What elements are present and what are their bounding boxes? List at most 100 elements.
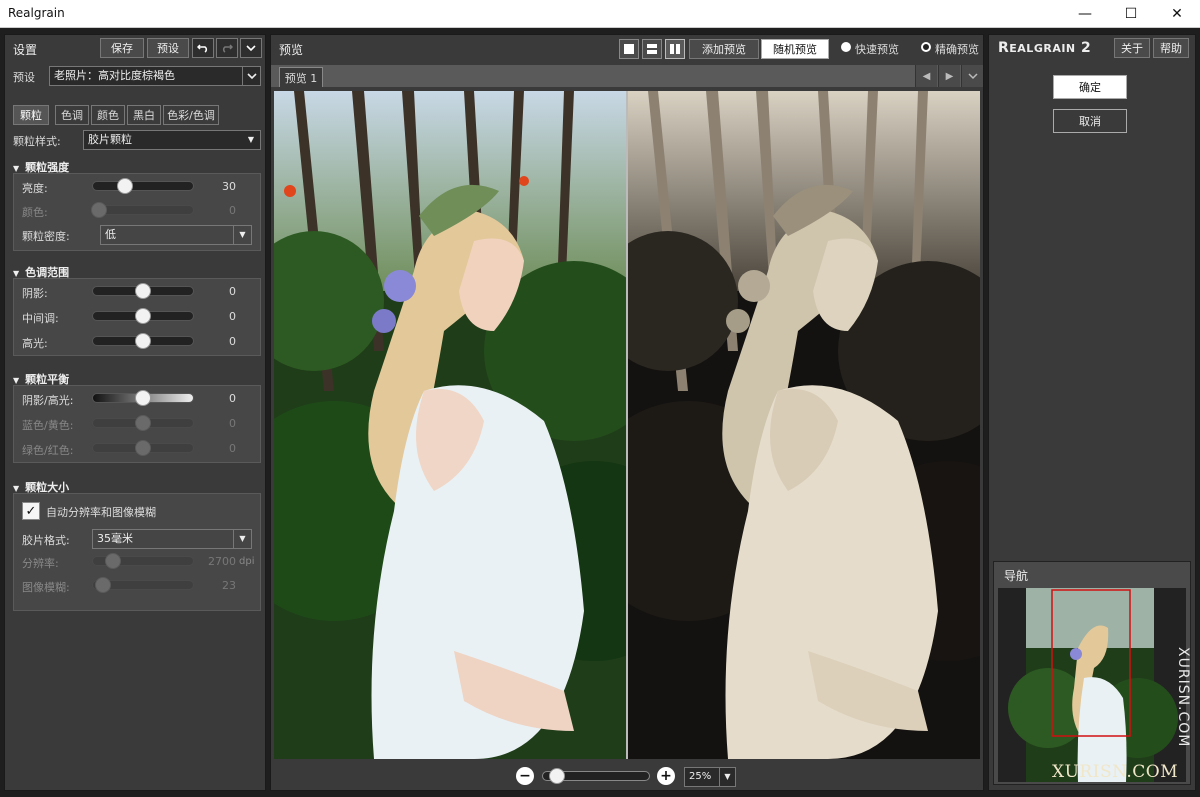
triangle-down-icon: ▼: [233, 530, 251, 548]
split-divider[interactable]: [626, 91, 628, 759]
shadows-slider[interactable]: [92, 283, 194, 299]
highlights-value: 0: [229, 335, 236, 348]
midtones-slider-thumb[interactable]: [135, 308, 151, 324]
tab-list-button[interactable]: [961, 65, 983, 87]
navigator: 导航: [993, 561, 1191, 785]
section-balance: 阴影/高光: 0 蓝色/黄色: 0 绿色/红色: 0: [13, 385, 261, 463]
logo-initial: R: [998, 40, 1010, 56]
zoom-in-button[interactable]: +: [657, 767, 675, 785]
cancel-button[interactable]: 取消: [1053, 109, 1127, 133]
collapse-triangle-icon: ▼: [13, 376, 20, 385]
ok-button[interactable]: 确定: [1053, 75, 1127, 99]
original-photo[interactable]: [274, 91, 626, 759]
preset-row: 预设 老照片：高对比度棕褐色: [5, 65, 265, 87]
logo-text: EALGRAIN: [1009, 42, 1076, 55]
undo-button[interactable]: [192, 38, 214, 58]
tab-bw[interactable]: 黑白: [127, 105, 161, 125]
blue-yellow-value: 0: [229, 417, 236, 430]
zoom-out-button[interactable]: −: [516, 767, 534, 785]
blur-value: 23: [222, 579, 236, 592]
film-format-select[interactable]: 35毫米 ▼: [92, 529, 252, 549]
minimize-button[interactable]: —: [1062, 0, 1108, 28]
split-vertical-button[interactable]: [665, 39, 685, 59]
close-button[interactable]: ✕: [1154, 0, 1200, 28]
green-red-slider-thumb[interactable]: [135, 440, 151, 456]
resolution-slider[interactable]: [92, 553, 194, 569]
random-preview-button[interactable]: 随机预览: [761, 39, 829, 59]
preview-tab-1[interactable]: 预览 1: [279, 67, 323, 87]
zoom-slider-thumb[interactable]: [549, 768, 565, 784]
midtones-slider[interactable]: [92, 308, 194, 324]
density-value: 低: [105, 228, 116, 241]
brightness-slider-thumb[interactable]: [117, 178, 133, 194]
grain-style-select[interactable]: 胶片颗粒 ▼: [83, 130, 261, 150]
shadows-slider-thumb[interactable]: [135, 283, 151, 299]
split-horizontal-button[interactable]: [642, 39, 662, 59]
brightness-slider[interactable]: [92, 178, 194, 194]
blue-yellow-slider-thumb[interactable]: [135, 415, 151, 431]
result-photo[interactable]: [628, 91, 980, 759]
watermark-horizontal: XURISN.COM: [1052, 762, 1179, 782]
resolution-value: 2700: [208, 555, 236, 568]
triangle-down-icon: ▼: [233, 226, 251, 244]
highlights-slider-thumb[interactable]: [135, 333, 151, 349]
realgrain-logo: REALGRAIN 2: [998, 40, 1091, 56]
grain-color-slider-thumb[interactable]: [91, 202, 107, 218]
tab-grain[interactable]: 颗粒: [13, 105, 49, 125]
density-select[interactable]: 低 ▼: [100, 225, 252, 245]
fast-preview-radio[interactable]: [841, 42, 851, 52]
preset-select-value: 老照片：高对比度棕褐色: [54, 69, 175, 82]
split-horizontal-icon: [647, 44, 657, 54]
shadow-highlight-slider-thumb[interactable]: [135, 390, 151, 406]
accurate-preview-radio[interactable]: [921, 42, 931, 52]
add-preview-button[interactable]: 添加预览: [689, 39, 759, 59]
about-button[interactable]: 关于: [1114, 38, 1150, 58]
shadows-value: 0: [229, 285, 236, 298]
preset-select[interactable]: 老照片：高对比度棕褐色: [49, 66, 261, 86]
maximize-button[interactable]: ☐: [1108, 0, 1154, 28]
collapse-triangle-icon: ▼: [13, 269, 20, 278]
highlights-slider[interactable]: [92, 333, 194, 349]
checkmark-icon: ✓: [25, 503, 37, 519]
green-red-value: 0: [229, 442, 236, 455]
shadow-highlight-slider[interactable]: [92, 390, 194, 406]
film-format-value: 35毫米: [97, 532, 133, 545]
film-format-label: 胶片格式:: [22, 534, 70, 547]
chevron-down-icon: [242, 67, 260, 85]
blur-slider[interactable]: [92, 577, 194, 593]
green-red-slider[interactable]: [92, 440, 194, 456]
zoom-controls: − + 25% ▼: [271, 765, 983, 789]
tab-next-button[interactable]: ▶: [938, 65, 960, 87]
section-intensity: 亮度: 30 颜色: 0 颗粒密度: 低 ▼: [13, 173, 261, 251]
minus-icon: −: [519, 768, 531, 784]
accurate-preview-label: 精确预览: [935, 43, 979, 56]
undo-icon: [197, 44, 208, 53]
grain-color-slider[interactable]: [91, 202, 194, 218]
zoom-select[interactable]: 25% ▼: [684, 767, 736, 787]
blur-slider-thumb[interactable]: [95, 577, 111, 593]
resolution-slider-thumb[interactable]: [105, 553, 121, 569]
navigator-thumbnail[interactable]: [998, 588, 1186, 782]
right-panel: REALGRAIN 2 关于 帮助 确定 取消 导航 XURISN.COM: [988, 34, 1196, 791]
single-view-button[interactable]: [619, 39, 639, 59]
navigator-title: 导航: [1004, 569, 1029, 583]
zoom-slider[interactable]: [542, 768, 650, 784]
save-button[interactable]: 保存: [100, 38, 144, 58]
auto-resolution-checkbox[interactable]: ✓: [22, 502, 40, 520]
preview-image-area[interactable]: [274, 91, 980, 759]
help-button[interactable]: 帮助: [1153, 38, 1189, 58]
plus-icon: +: [660, 768, 672, 784]
tab-color[interactable]: 颜色: [91, 105, 125, 125]
app-body: 设置 保存 预设 预设 老照片：高对比度棕褐色 颗粒 色调 颜色 黑白 色彩/色…: [0, 28, 1200, 797]
grain-color-label: 颜色:: [22, 206, 48, 219]
menu-dropdown-button[interactable]: [240, 38, 262, 58]
tab-prev-button[interactable]: ◀: [915, 65, 937, 87]
tab-color-tone[interactable]: 色彩/色调: [163, 105, 219, 125]
shadow-highlight-label: 阴影/高光:: [22, 394, 74, 407]
blue-yellow-slider[interactable]: [92, 415, 194, 431]
redo-button[interactable]: [216, 38, 238, 58]
window-titlebar: Realgrain — ☐ ✕: [0, 0, 1200, 28]
tab-tone[interactable]: 色调: [55, 105, 89, 125]
logo-version: 2: [1081, 40, 1092, 56]
preset-button[interactable]: 预设: [147, 38, 189, 58]
